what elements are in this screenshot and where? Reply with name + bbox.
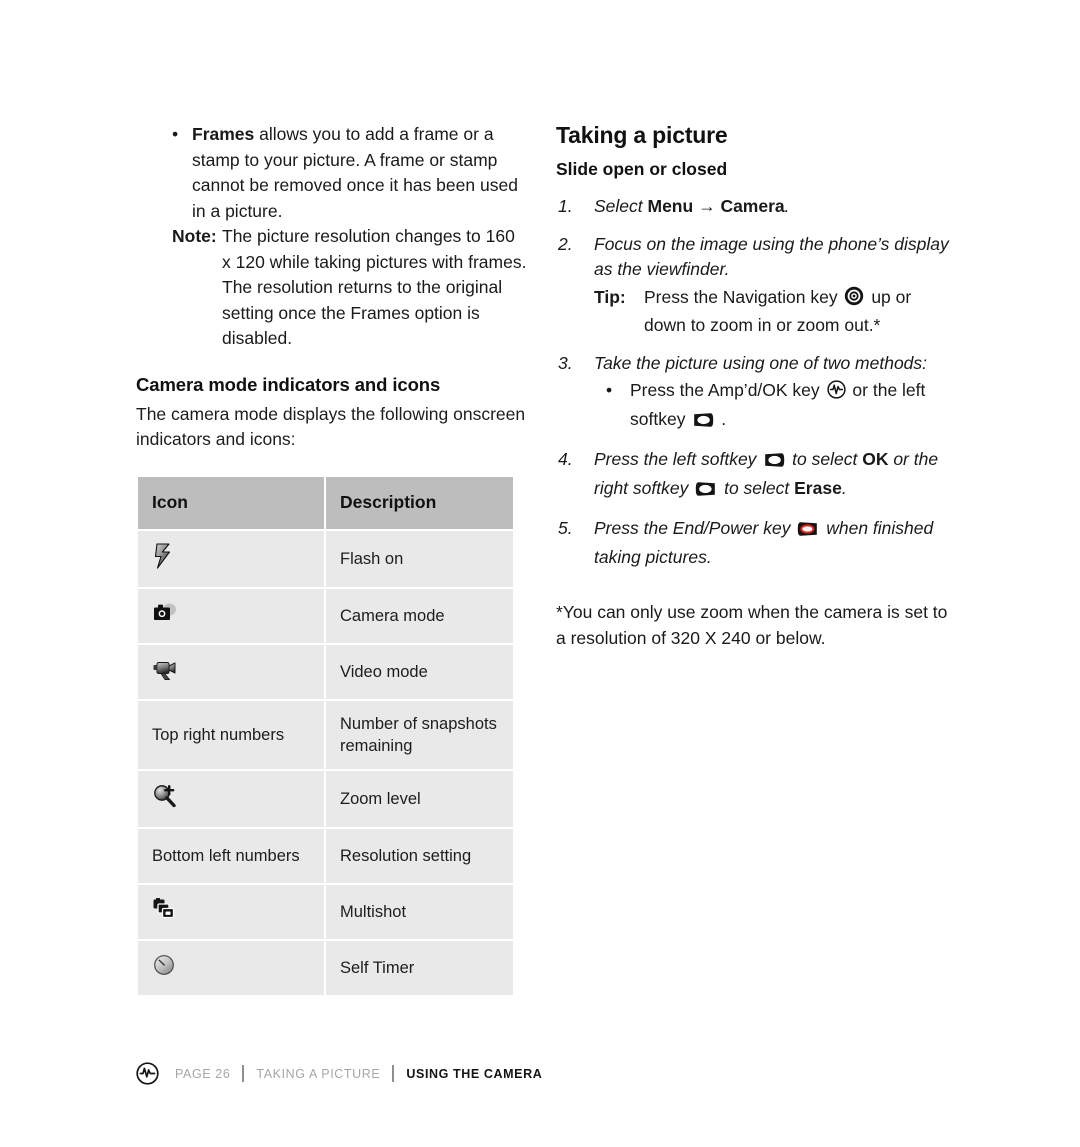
step-3: 3. Take the picture using one of two met… bbox=[556, 351, 956, 436]
bullet-text-before: Press the Amp’d/OK key bbox=[630, 380, 820, 400]
row-icon-cell bbox=[138, 530, 324, 587]
footnote: *You can only use zoom when the camera i… bbox=[556, 602, 948, 648]
camera-keyword: Camera bbox=[715, 196, 785, 216]
step-text-1: Press the End/Power key bbox=[594, 518, 796, 538]
navigation-key-icon bbox=[844, 286, 864, 314]
row-description: Resolution setting bbox=[326, 828, 513, 883]
step-number: 2. bbox=[558, 233, 573, 254]
row-icon-text: Bottom left numbers bbox=[138, 828, 324, 883]
row-icon-cell bbox=[138, 644, 324, 699]
frames-bullet: • Frames allows you to add a frame or a … bbox=[136, 122, 528, 224]
camera-mode-icon bbox=[152, 601, 178, 631]
flash-on-icon bbox=[152, 542, 174, 575]
step-text-5: . bbox=[841, 477, 847, 498]
zoom-level-icon bbox=[152, 783, 178, 815]
video-mode-icon bbox=[152, 657, 180, 687]
arrow-icon: → bbox=[698, 196, 716, 216]
row-icon-cell bbox=[138, 884, 324, 939]
footer-divider bbox=[242, 1065, 245, 1082]
table-row: Top right numbers Number of snapshots re… bbox=[138, 700, 513, 769]
row-description: Video mode bbox=[326, 644, 513, 699]
table-row: Self Timer bbox=[138, 940, 513, 995]
footer-page-number: PAGE 26 bbox=[175, 1066, 231, 1081]
step-number: 5. bbox=[558, 518, 573, 538]
bullet-marker: • bbox=[172, 124, 179, 144]
table-header-description: Description bbox=[326, 476, 513, 529]
right-softkey-icon bbox=[695, 479, 717, 505]
row-description: Self Timer bbox=[326, 940, 513, 995]
step-text: Focus on the image using the phone’s dis… bbox=[594, 233, 949, 280]
table-body: Flash on Camera mode Video mode Top righ… bbox=[138, 530, 513, 995]
page-title: Taking a picture bbox=[556, 122, 728, 148]
row-description: Multishot bbox=[326, 884, 513, 939]
row-description: Flash on bbox=[326, 530, 513, 587]
bullet-text-after: . bbox=[721, 408, 727, 429]
table-row: Camera mode bbox=[138, 588, 513, 643]
step-period: . bbox=[784, 196, 790, 216]
footer-crumb-chapter: USING THE CAMERA bbox=[406, 1066, 543, 1081]
tip-label: Tip: bbox=[594, 286, 626, 307]
erase-keyword: Erase bbox=[794, 477, 842, 498]
end-power-key-icon bbox=[797, 519, 819, 545]
step-5: 5. Press the End/Power key when finished… bbox=[556, 516, 956, 570]
row-icon-cell bbox=[138, 940, 324, 995]
step-3-bullet: • Press the Amp’d/OK key or the left sof… bbox=[594, 378, 956, 435]
step-text-1: Press the left softkey bbox=[594, 449, 762, 469]
ampd-ok-key-icon bbox=[826, 380, 846, 407]
row-description: Zoom level bbox=[326, 770, 513, 827]
multishot-icon bbox=[152, 897, 180, 927]
step-number: 1. bbox=[558, 196, 573, 216]
self-timer-icon bbox=[152, 953, 176, 983]
row-description: Camera mode bbox=[326, 588, 513, 643]
table-row: Zoom level bbox=[138, 770, 513, 827]
step-text-2: to select bbox=[787, 449, 863, 469]
step-text-select: Select bbox=[594, 196, 648, 216]
manual-page: • Frames allows you to add a frame or a … bbox=[0, 0, 1080, 1147]
ok-keyword: OK bbox=[862, 449, 889, 469]
frames-lead: Frames bbox=[192, 124, 255, 144]
ampd-logo-icon bbox=[136, 1062, 159, 1085]
table-row: Video mode bbox=[138, 644, 513, 699]
bullet-marker: • bbox=[606, 380, 613, 400]
step-2: 2. Focus on the image using the phone’s … bbox=[556, 232, 956, 339]
footer-divider bbox=[392, 1065, 395, 1082]
section-heading: Camera mode indicators and icons bbox=[136, 373, 441, 395]
row-icon-cell bbox=[138, 770, 324, 827]
page-footer: PAGE 26 TAKING A PICTURE USING THE CAMER… bbox=[136, 1062, 542, 1085]
icon-table: Icon Description Flash on Camera mode Vi… bbox=[136, 475, 515, 997]
footer-crumb-section: TAKING A PICTURE bbox=[256, 1066, 381, 1081]
table-row: Flash on bbox=[138, 530, 513, 587]
table-row: Multishot bbox=[138, 884, 513, 939]
left-column: • Frames allows you to add a frame or a … bbox=[136, 122, 528, 997]
row-icon-cell bbox=[138, 588, 324, 643]
page-subtitle: Slide open or closed bbox=[556, 159, 728, 179]
step-number: 3. bbox=[558, 352, 573, 373]
row-description: Number of snapshots remaining bbox=[326, 700, 513, 769]
menu-keyword: Menu bbox=[647, 196, 694, 216]
note-text: The picture resolution changes to 160 x … bbox=[222, 226, 527, 348]
step-1: 1. Select Menu → Camera. bbox=[556, 194, 956, 220]
table-row: Bottom left numbers Resolution setting bbox=[138, 828, 513, 883]
table-header-icon: Icon bbox=[138, 476, 324, 529]
step-text-4: to select bbox=[719, 477, 795, 498]
step-4: 4. Press the left softkey to select OK o… bbox=[556, 447, 956, 504]
note-label: Note: bbox=[172, 226, 217, 246]
row-icon-text: Top right numbers bbox=[138, 700, 324, 769]
right-column: Taking a picture Slide open or closed 1.… bbox=[556, 122, 956, 651]
left-softkey-icon bbox=[692, 410, 714, 436]
note-block: Note: The picture resolution changes to … bbox=[136, 224, 528, 352]
step-number: 4. bbox=[558, 449, 573, 469]
table-header-row: Icon Description bbox=[138, 476, 513, 529]
section-intro: The camera mode displays the following o… bbox=[136, 403, 526, 450]
left-softkey-icon bbox=[763, 450, 785, 476]
tip-text-before: Press the Navigation key bbox=[644, 286, 838, 307]
step-text: Take the picture using one of two method… bbox=[594, 352, 928, 373]
tip-block: Tip: Press the Navigation key up or down… bbox=[594, 285, 956, 339]
